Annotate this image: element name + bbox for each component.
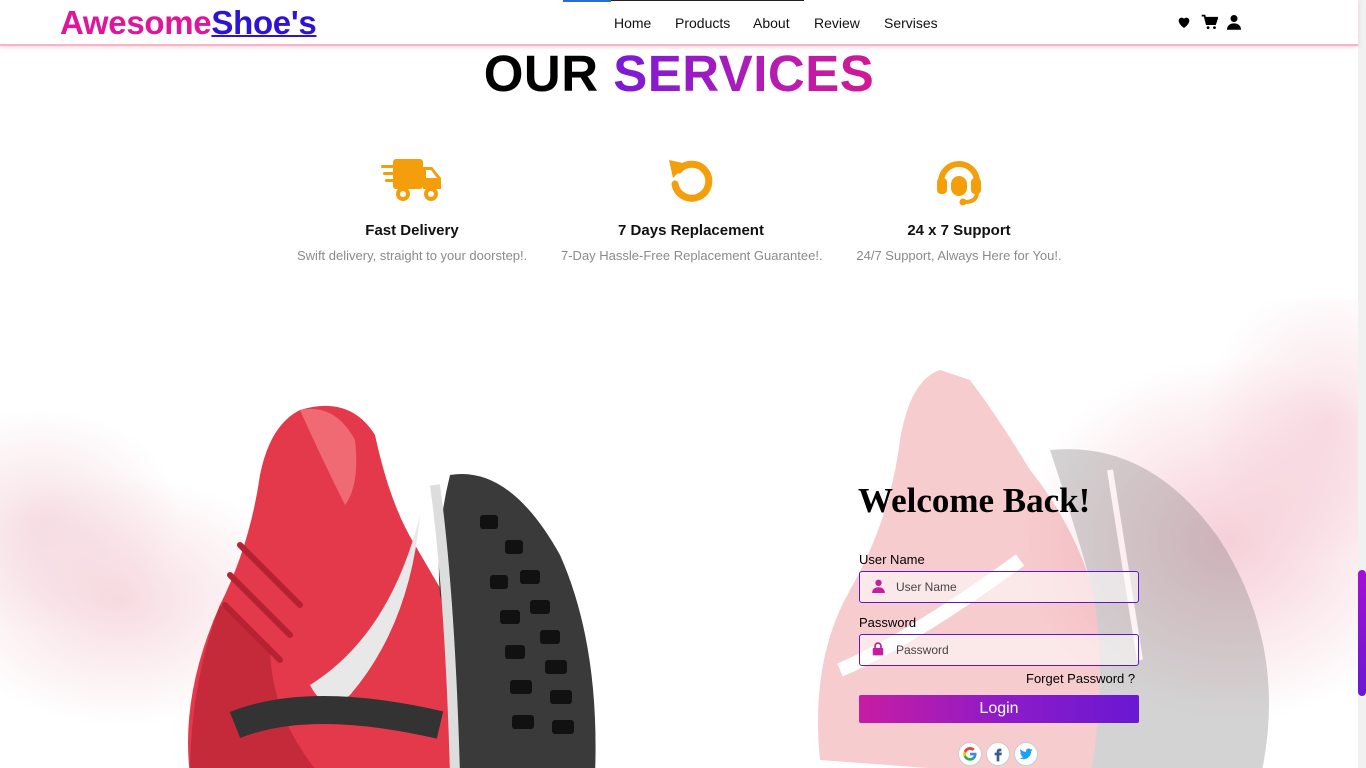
nav-products[interactable]: Products	[675, 15, 730, 31]
user-icon[interactable]	[1227, 14, 1241, 35]
heart-icon[interactable]	[1176, 14, 1192, 35]
username-label: User Name	[859, 552, 925, 567]
headset-icon	[854, 150, 1064, 210]
password-field[interactable]	[859, 634, 1139, 666]
password-input[interactable]	[896, 635, 1132, 665]
shoe-image	[188, 405, 596, 768]
forgot-password-link[interactable]: Forget Password ?	[1026, 671, 1135, 686]
service-description: Swift delivery, straight to your doorste…	[297, 248, 528, 263]
nav-about[interactable]: About	[753, 15, 790, 31]
site-header: AwesomeShoe's Home Products About Review…	[0, 0, 1358, 46]
nav-home[interactable]: Home	[614, 15, 651, 31]
scrollbar-thumb[interactable]	[1358, 570, 1366, 696]
lock-icon	[872, 642, 884, 661]
page-scrollbar[interactable]	[1358, 0, 1366, 768]
service-card-support: 24 x 7 Support 24/7 Support, Always Here…	[854, 150, 1064, 263]
service-description: 24/7 Support, Always Here for You!.	[856, 248, 1062, 263]
brand-logo[interactable]: AwesomeShoe's	[60, 4, 317, 42]
login-heading: Welcome Back!	[858, 481, 1091, 520]
user-icon	[872, 579, 885, 598]
cart-icon[interactable]	[1201, 14, 1219, 35]
service-card-delivery: Fast Delivery Swift delivery, straight t…	[297, 150, 527, 263]
nav-divider	[611, 0, 804, 1]
google-icon[interactable]	[958, 742, 982, 766]
truck-icon	[297, 150, 527, 210]
services-title: OUR SERVICES	[0, 44, 1358, 103]
login-button[interactable]: Login	[859, 695, 1139, 723]
password-label: Password	[859, 615, 917, 630]
facebook-icon[interactable]	[986, 742, 1010, 766]
username-input[interactable]	[896, 572, 1132, 602]
service-description: 7-Day Hassle-Free Replacement Guarantee!…	[561, 248, 823, 263]
services-title-part2: SERVICES	[613, 45, 875, 102]
hero-section: Welcome Back!	[0, 300, 1358, 768]
username-field[interactable]	[859, 571, 1139, 603]
service-title: 7 Days Replacement	[618, 222, 764, 239]
brand-name-part1: Awesome	[60, 4, 212, 41]
brand-name-part2[interactable]: Shoe's	[211, 4, 316, 41]
nav-services[interactable]: Servises	[884, 15, 938, 31]
service-title: Fast Delivery	[365, 222, 459, 239]
twitter-icon[interactable]	[1014, 742, 1038, 766]
nav-review[interactable]: Review	[814, 15, 860, 31]
nav-active-indicator	[563, 0, 611, 2]
service-title: 24 x 7 Support	[907, 222, 1011, 239]
services-title-part1: OUR	[483, 45, 599, 102]
service-card-replacement: 7 Days Replacement 7-Day Hassle-Free Rep…	[561, 150, 823, 263]
rotate-icon	[561, 150, 821, 210]
